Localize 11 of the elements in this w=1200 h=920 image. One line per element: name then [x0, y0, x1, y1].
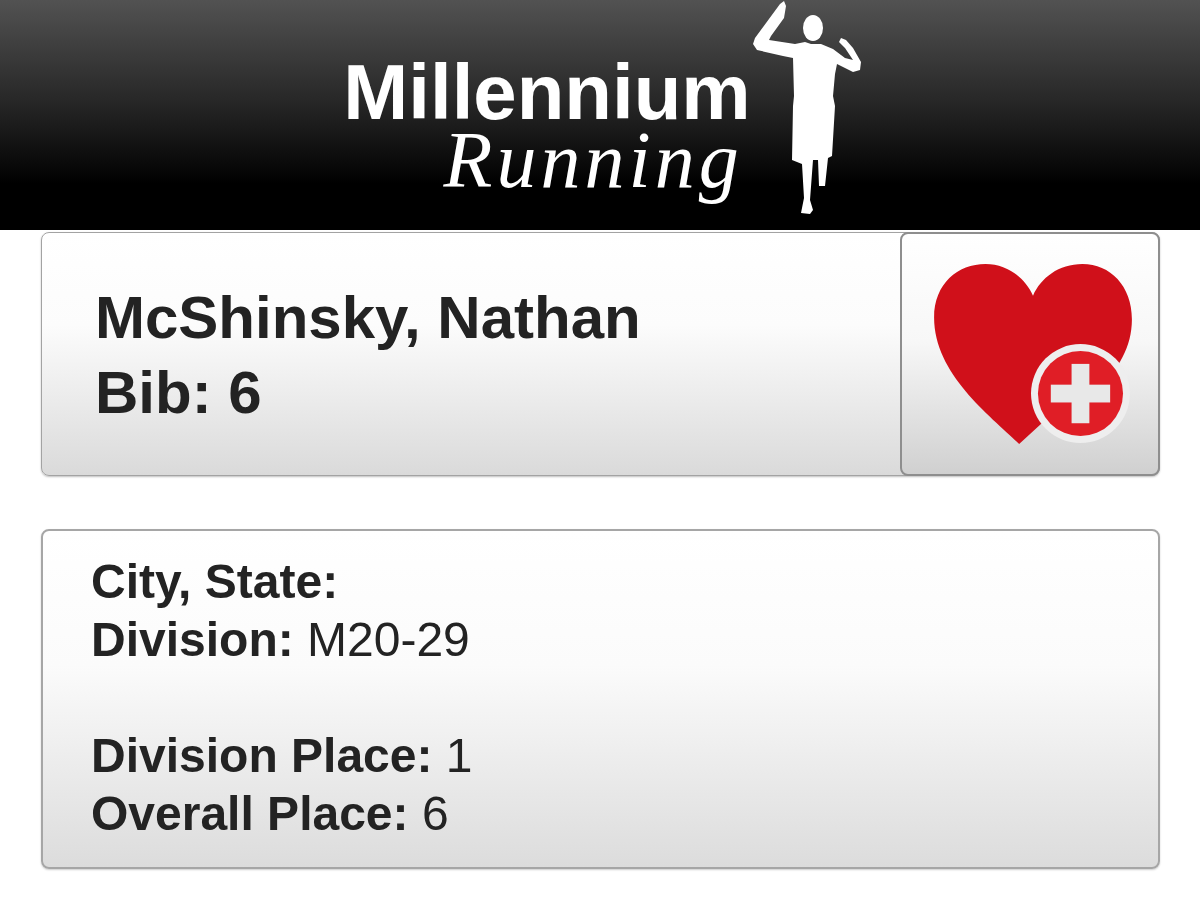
detail-text: Division: M20-29 [91, 612, 470, 668]
heart-button[interactable] [900, 232, 1160, 476]
logo-subtitle: Running [443, 122, 743, 206]
detail-text: Division Place: 1 [91, 728, 473, 784]
runner-silhouette-icon [752, 0, 863, 216]
runner-name: McShinsky, Nathan [95, 283, 641, 353]
heart-plus-icon [934, 263, 1132, 445]
detail-text: Overall Place: 6 [91, 786, 449, 842]
detail-text: City, State: [91, 554, 339, 610]
bib-number: Bib: 6 [95, 358, 262, 428]
logo-title: Millennium [343, 62, 751, 122]
